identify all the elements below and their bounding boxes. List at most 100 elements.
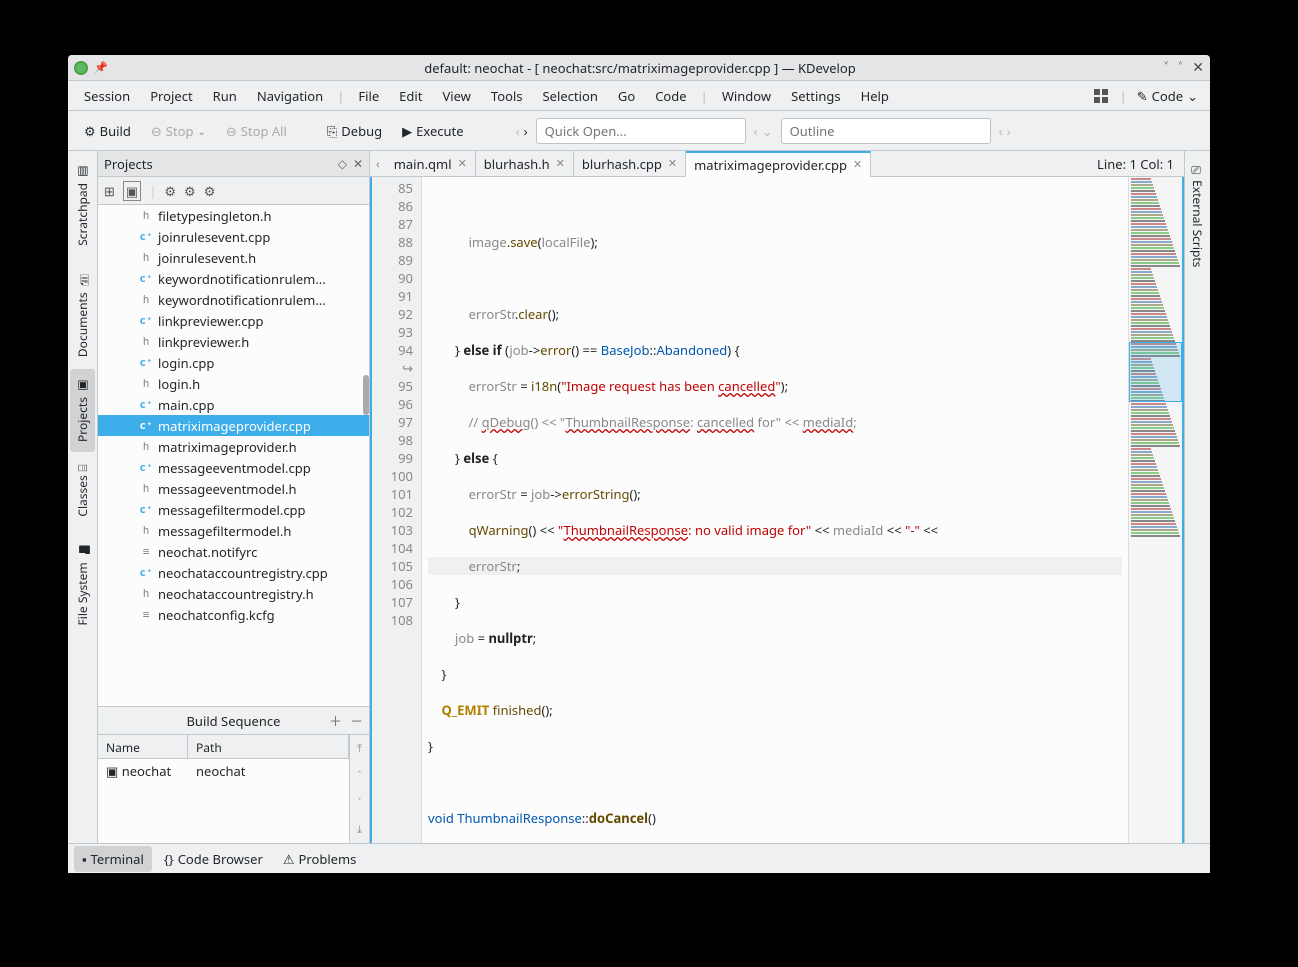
menu-code[interactable]: Code xyxy=(645,83,696,109)
build-seq-row[interactable]: ▣ neochat neochat xyxy=(98,759,349,783)
menu-file[interactable]: File xyxy=(348,83,389,109)
file-item[interactable]: c⁺messageeventmodel.cpp xyxy=(98,457,369,478)
outline-input[interactable] xyxy=(781,118,991,144)
tab-blurhash-cpp[interactable]: blurhash.cpp✕ xyxy=(574,151,686,177)
gear-icon[interactable]: ⚙ xyxy=(184,182,196,200)
file-item[interactable]: hlogin.h xyxy=(98,373,369,394)
code-mode-selector[interactable]: ✎ Code ⌄ xyxy=(1131,87,1204,105)
outline-next[interactable]: › xyxy=(1007,122,1011,140)
menu-window[interactable]: Window xyxy=(712,83,781,109)
minimap-viewport[interactable] xyxy=(1129,342,1182,402)
pin-icon[interactable]: 📌 xyxy=(94,60,108,75)
col-name[interactable]: Name xyxy=(98,735,188,758)
rail-scratchpad[interactable]: Scratchpad▥ xyxy=(70,155,95,256)
code-content[interactable]: image.save(localFile); errorStr.clear();… xyxy=(422,177,1128,843)
file-name: neochatconfig.kcfg xyxy=(158,606,275,624)
outline-back[interactable]: ‹ xyxy=(754,122,758,140)
file-item[interactable]: c⁺joinrulesevent.cpp xyxy=(98,226,369,247)
outline-prev[interactable]: ‹ xyxy=(999,122,1003,140)
move-down-icon[interactable]: ˅ xyxy=(358,795,361,810)
file-item[interactable]: c⁺keywordnotificationrulem... xyxy=(98,268,369,289)
close-panel-icon[interactable]: ✕ xyxy=(353,155,363,172)
tab-matriximageprovider[interactable]: matriximageprovider.cpp✕ xyxy=(686,151,871,177)
line-number: 98 xyxy=(372,431,413,449)
execute-button[interactable]: ▶Execute xyxy=(396,119,469,143)
bottom-code-browser[interactable]: {}Code Browser xyxy=(156,846,271,872)
rail-projects[interactable]: Projects▣ xyxy=(70,369,95,452)
stop-all-button[interactable]: ⊖Stop All xyxy=(220,119,293,143)
tab-blurhash-h[interactable]: blurhash.h✕ xyxy=(476,151,574,177)
file-item[interactable]: c⁺matriximageprovider.cpp xyxy=(98,415,369,436)
move-up-icon[interactable]: ˄ xyxy=(358,768,361,783)
file-item[interactable]: c⁺main.cpp xyxy=(98,394,369,415)
line-number: 89 xyxy=(372,251,413,269)
scrollbar-thumb[interactable] xyxy=(363,375,369,415)
file-item[interactable]: hlinkpreviewer.h xyxy=(98,331,369,352)
file-item[interactable]: hmessageeventmodel.h xyxy=(98,478,369,499)
menu-view[interactable]: View xyxy=(432,83,480,109)
menu-run[interactable]: Run xyxy=(203,83,247,109)
file-item[interactable]: hmatriximageprovider.h xyxy=(98,436,369,457)
file-item[interactable]: hneochataccountregistry.h xyxy=(98,583,369,604)
minimap[interactable]: document.write(Array.from({length:120},(… xyxy=(1128,177,1182,843)
tool-icon[interactable]: ▣ xyxy=(123,181,141,201)
file-name: keywordnotificationrulem... xyxy=(158,291,326,309)
debug-button[interactable]: ⎘Debug xyxy=(321,119,388,143)
build-button[interactable]: ⚙Build xyxy=(78,119,137,143)
bottom-problems[interactable]: ⚠Problems xyxy=(275,846,365,872)
rail-classes[interactable]: Classes⌸ xyxy=(70,454,95,527)
menu-settings[interactable]: Settings xyxy=(781,83,850,109)
file-item[interactable]: hfiletypesingleton.h xyxy=(98,205,369,226)
maximize-button[interactable]: ˄ xyxy=(1178,58,1182,77)
close-icon[interactable]: ✕ xyxy=(556,156,565,171)
file-item[interactable]: c⁺login.cpp xyxy=(98,352,369,373)
tab-main-qml[interactable]: main.qml✕ xyxy=(386,151,476,177)
grid-icon[interactable] xyxy=(1094,89,1108,103)
close-button[interactable]: ✕ xyxy=(1192,58,1204,77)
close-icon[interactable]: ✕ xyxy=(853,157,862,172)
line-number: 90 xyxy=(372,269,413,287)
remove-button[interactable]: － xyxy=(350,711,363,730)
file-tree[interactable]: hfiletypesingleton.hc⁺joinrulesevent.cpp… xyxy=(98,205,369,706)
tool-icon[interactable]: ⊞ xyxy=(104,182,115,200)
minimize-button[interactable]: ˅ xyxy=(1164,58,1168,77)
file-item[interactable]: c⁺neochataccountregistry.cpp xyxy=(98,562,369,583)
file-name: keywordnotificationrulem... xyxy=(158,270,326,288)
file-item[interactable]: c⁺linkpreviewer.cpp xyxy=(98,310,369,331)
file-item[interactable]: ≡neochat.notifyrc xyxy=(98,541,369,562)
undock-icon[interactable]: ◇ xyxy=(338,155,347,172)
add-button[interactable]: ＋ xyxy=(329,711,342,730)
menu-session[interactable]: Session xyxy=(74,83,140,109)
move-top-icon[interactable]: ⤒ xyxy=(357,741,362,756)
menu-tools[interactable]: Tools xyxy=(481,83,533,109)
menu-go[interactable]: Go xyxy=(608,83,645,109)
menu-selection[interactable]: Selection xyxy=(533,83,608,109)
file-item[interactable]: c⁺messagefiltermodel.cpp xyxy=(98,499,369,520)
menu-navigation[interactable]: Navigation xyxy=(247,83,333,109)
file-item[interactable]: hmessagefiltermodel.h xyxy=(98,520,369,541)
col-path[interactable]: Path xyxy=(188,735,349,758)
close-icon[interactable]: ✕ xyxy=(668,156,677,171)
menu-edit[interactable]: Edit xyxy=(389,83,432,109)
close-icon[interactable]: ✕ xyxy=(458,156,467,171)
rail-filesystem[interactable]: File System🖿 xyxy=(68,528,97,635)
quick-open-input[interactable] xyxy=(536,118,746,144)
outline-forward[interactable]: ⌄ xyxy=(762,122,773,140)
rail-external-scripts[interactable]: ⎚ External Scripts xyxy=(1185,155,1210,277)
nav-forward-button[interactable]: › xyxy=(524,122,528,140)
code-editor[interactable]: 85868788899091929394↪9596979899100101102… xyxy=(370,177,1184,843)
file-item[interactable]: hjoinrulesevent.h xyxy=(98,247,369,268)
tab-scroll-left[interactable]: ‹ xyxy=(370,155,386,172)
rail-documents[interactable]: Documents🗎 xyxy=(68,258,97,367)
menu-project[interactable]: Project xyxy=(140,83,202,109)
menu-help[interactable]: Help xyxy=(851,83,899,109)
gear-icon[interactable]: ⚙ xyxy=(204,182,216,200)
line-number: 99 xyxy=(372,449,413,467)
nav-back-button[interactable]: ‹ xyxy=(516,122,520,140)
gear-icon[interactable]: ⚙ xyxy=(164,182,176,200)
bottom-terminal[interactable]: ▪Terminal xyxy=(74,846,152,872)
file-item[interactable]: ≡neochatconfig.kcfg xyxy=(98,604,369,625)
stop-button[interactable]: ⊖Stop⌄ xyxy=(145,119,212,143)
move-bottom-icon[interactable]: ⤓ xyxy=(357,822,362,837)
file-item[interactable]: hkeywordnotificationrulem... xyxy=(98,289,369,310)
